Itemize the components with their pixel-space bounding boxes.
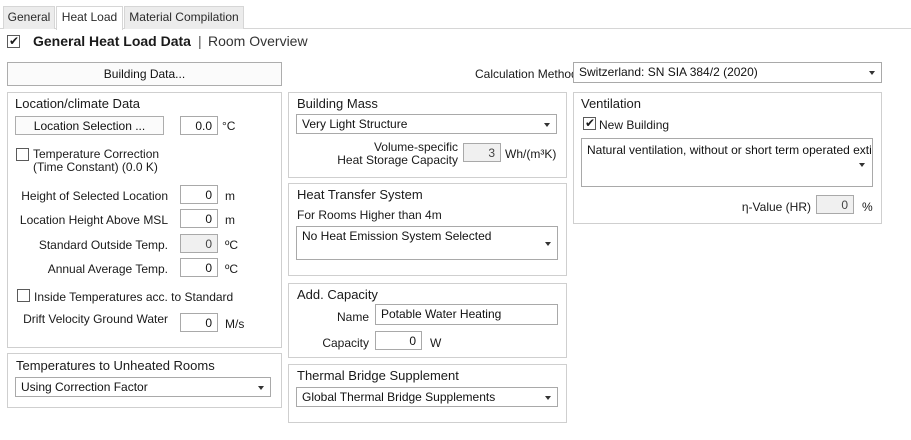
thermal-bridge-select[interactable]: Global Thermal Bridge Supplements [296, 387, 558, 407]
annual-average-temp-field[interactable]: 0 [180, 258, 218, 277]
drift-velocity-label: Drift Velocity Ground Water [23, 312, 168, 326]
msl-label: Location Height Above MSL [19, 213, 168, 227]
thermal-bridge-title: Thermal Bridge Supplement [297, 368, 459, 383]
ventilation-select[interactable]: Natural ventilation, without or short te… [581, 138, 873, 187]
unheated-rooms-title: Temperatures to Unheated Rooms [16, 358, 215, 373]
annual-average-temp-label: Annual Average Temp. [47, 262, 168, 276]
height-unit: m [225, 189, 235, 203]
unheated-rooms-select[interactable]: Using Correction Factor [15, 377, 271, 397]
height-label: Height of Selected Location [21, 189, 168, 203]
unheated-rooms-value: Using Correction Factor [21, 380, 148, 394]
heat-storage-capacity-unit: Wh/(m³K) [505, 147, 557, 161]
inside-temperatures-label: Inside Temperatures acc. to Standard [34, 290, 234, 304]
temperature-correction-label: Temperature Correction (Time Constant) (… [33, 148, 159, 174]
chevron-down-icon [545, 242, 551, 246]
checkmark-icon: ✔ [9, 34, 20, 48]
ventilation-title: Ventilation [581, 96, 641, 111]
msl-unit: m [225, 213, 235, 227]
heat-transfer-select[interactable]: No Heat Emission System Selected [296, 226, 558, 260]
add-capacity-name-label: Name [336, 310, 369, 324]
eta-value-field: 0 [816, 195, 854, 214]
title-separator: | [198, 33, 202, 49]
standard-outside-temp-label: Standard Outside Temp. [38, 238, 168, 252]
calculation-method-value: Switzerland: SN SIA 384/2 (2020) [579, 65, 758, 79]
new-building-checkbox[interactable]: ✔ [583, 116, 596, 130]
volume-specific-label: Volume-specific Heat Storage Capacity [300, 141, 458, 167]
annual-average-temp-unit: ºC [225, 262, 239, 276]
building-data-button[interactable]: Building Data... [7, 62, 282, 86]
eta-value-label: η-Value (HR) [741, 200, 811, 214]
tab-general[interactable]: General [3, 6, 55, 29]
temperature-correction-checkbox[interactable] [16, 148, 29, 161]
inside-temperatures-checkbox[interactable] [17, 289, 30, 302]
drift-velocity-field[interactable]: 0 [180, 313, 218, 332]
ventilation-value: Natural ventilation, without or short te… [587, 143, 872, 157]
building-mass-value: Very Light Structure [302, 117, 408, 131]
heat-transfer-value: No Heat Emission System Selected [302, 229, 492, 243]
heat-transfer-title: Heat Transfer System [297, 187, 423, 202]
general-heat-load-checkbox[interactable]: ✔ [7, 34, 20, 48]
add-capacity-unit: W [430, 336, 442, 350]
page-title: General Heat Load Data [33, 33, 191, 49]
tab-material-compilation[interactable]: Material Compilation [124, 6, 244, 29]
heat-transfer-subtitle: For Rooms Higher than 4m [297, 208, 442, 222]
msl-field[interactable]: 0 [180, 209, 218, 228]
location-climate-title: Location/climate Data [15, 96, 141, 111]
chevron-down-icon [545, 396, 551, 400]
new-building-label: New Building [599, 118, 670, 132]
add-capacity-title: Add. Capacity [297, 287, 378, 302]
calculation-method-label: Calculation Method [475, 67, 578, 81]
building-mass-select[interactable]: Very Light Structure [296, 114, 557, 134]
standard-outside-temp-unit: ºC [225, 238, 239, 252]
temperature-unit: °C [222, 119, 236, 133]
location-selection-button[interactable]: Location Selection ... [15, 116, 164, 135]
checkmark-icon: ✔ [585, 116, 596, 130]
calculation-method-select[interactable]: Switzerland: SN SIA 384/2 (2020) [573, 62, 882, 83]
thermal-bridge-value: Global Thermal Bridge Supplements [302, 390, 496, 404]
add-capacity-capacity-label: Capacity [322, 336, 369, 350]
standard-outside-temp-field: 0 [180, 234, 218, 253]
drift-velocity-unit: M/s [225, 317, 245, 331]
add-capacity-name-field[interactable]: Potable Water Heating [375, 304, 558, 325]
chevron-down-icon [258, 386, 264, 390]
chevron-down-icon [869, 71, 875, 75]
temperature-field[interactable]: 0.0 [180, 116, 218, 135]
height-field[interactable]: 0 [180, 185, 218, 204]
add-capacity-capacity-field[interactable]: 0 [375, 331, 422, 350]
tab-heat-load[interactable]: Heat Load [56, 6, 123, 30]
heat-storage-capacity-field: 3 [463, 143, 501, 162]
volume-specific-line2: Heat Storage Capacity [337, 153, 458, 167]
page-subtitle[interactable]: Room Overview [208, 33, 308, 49]
building-mass-title: Building Mass [297, 96, 378, 111]
chevron-down-icon [544, 123, 550, 127]
temperature-correction-line2: (Time Constant) (0.0 K) [33, 160, 158, 174]
chevron-down-icon [859, 163, 865, 167]
eta-value-unit: % [862, 200, 873, 214]
